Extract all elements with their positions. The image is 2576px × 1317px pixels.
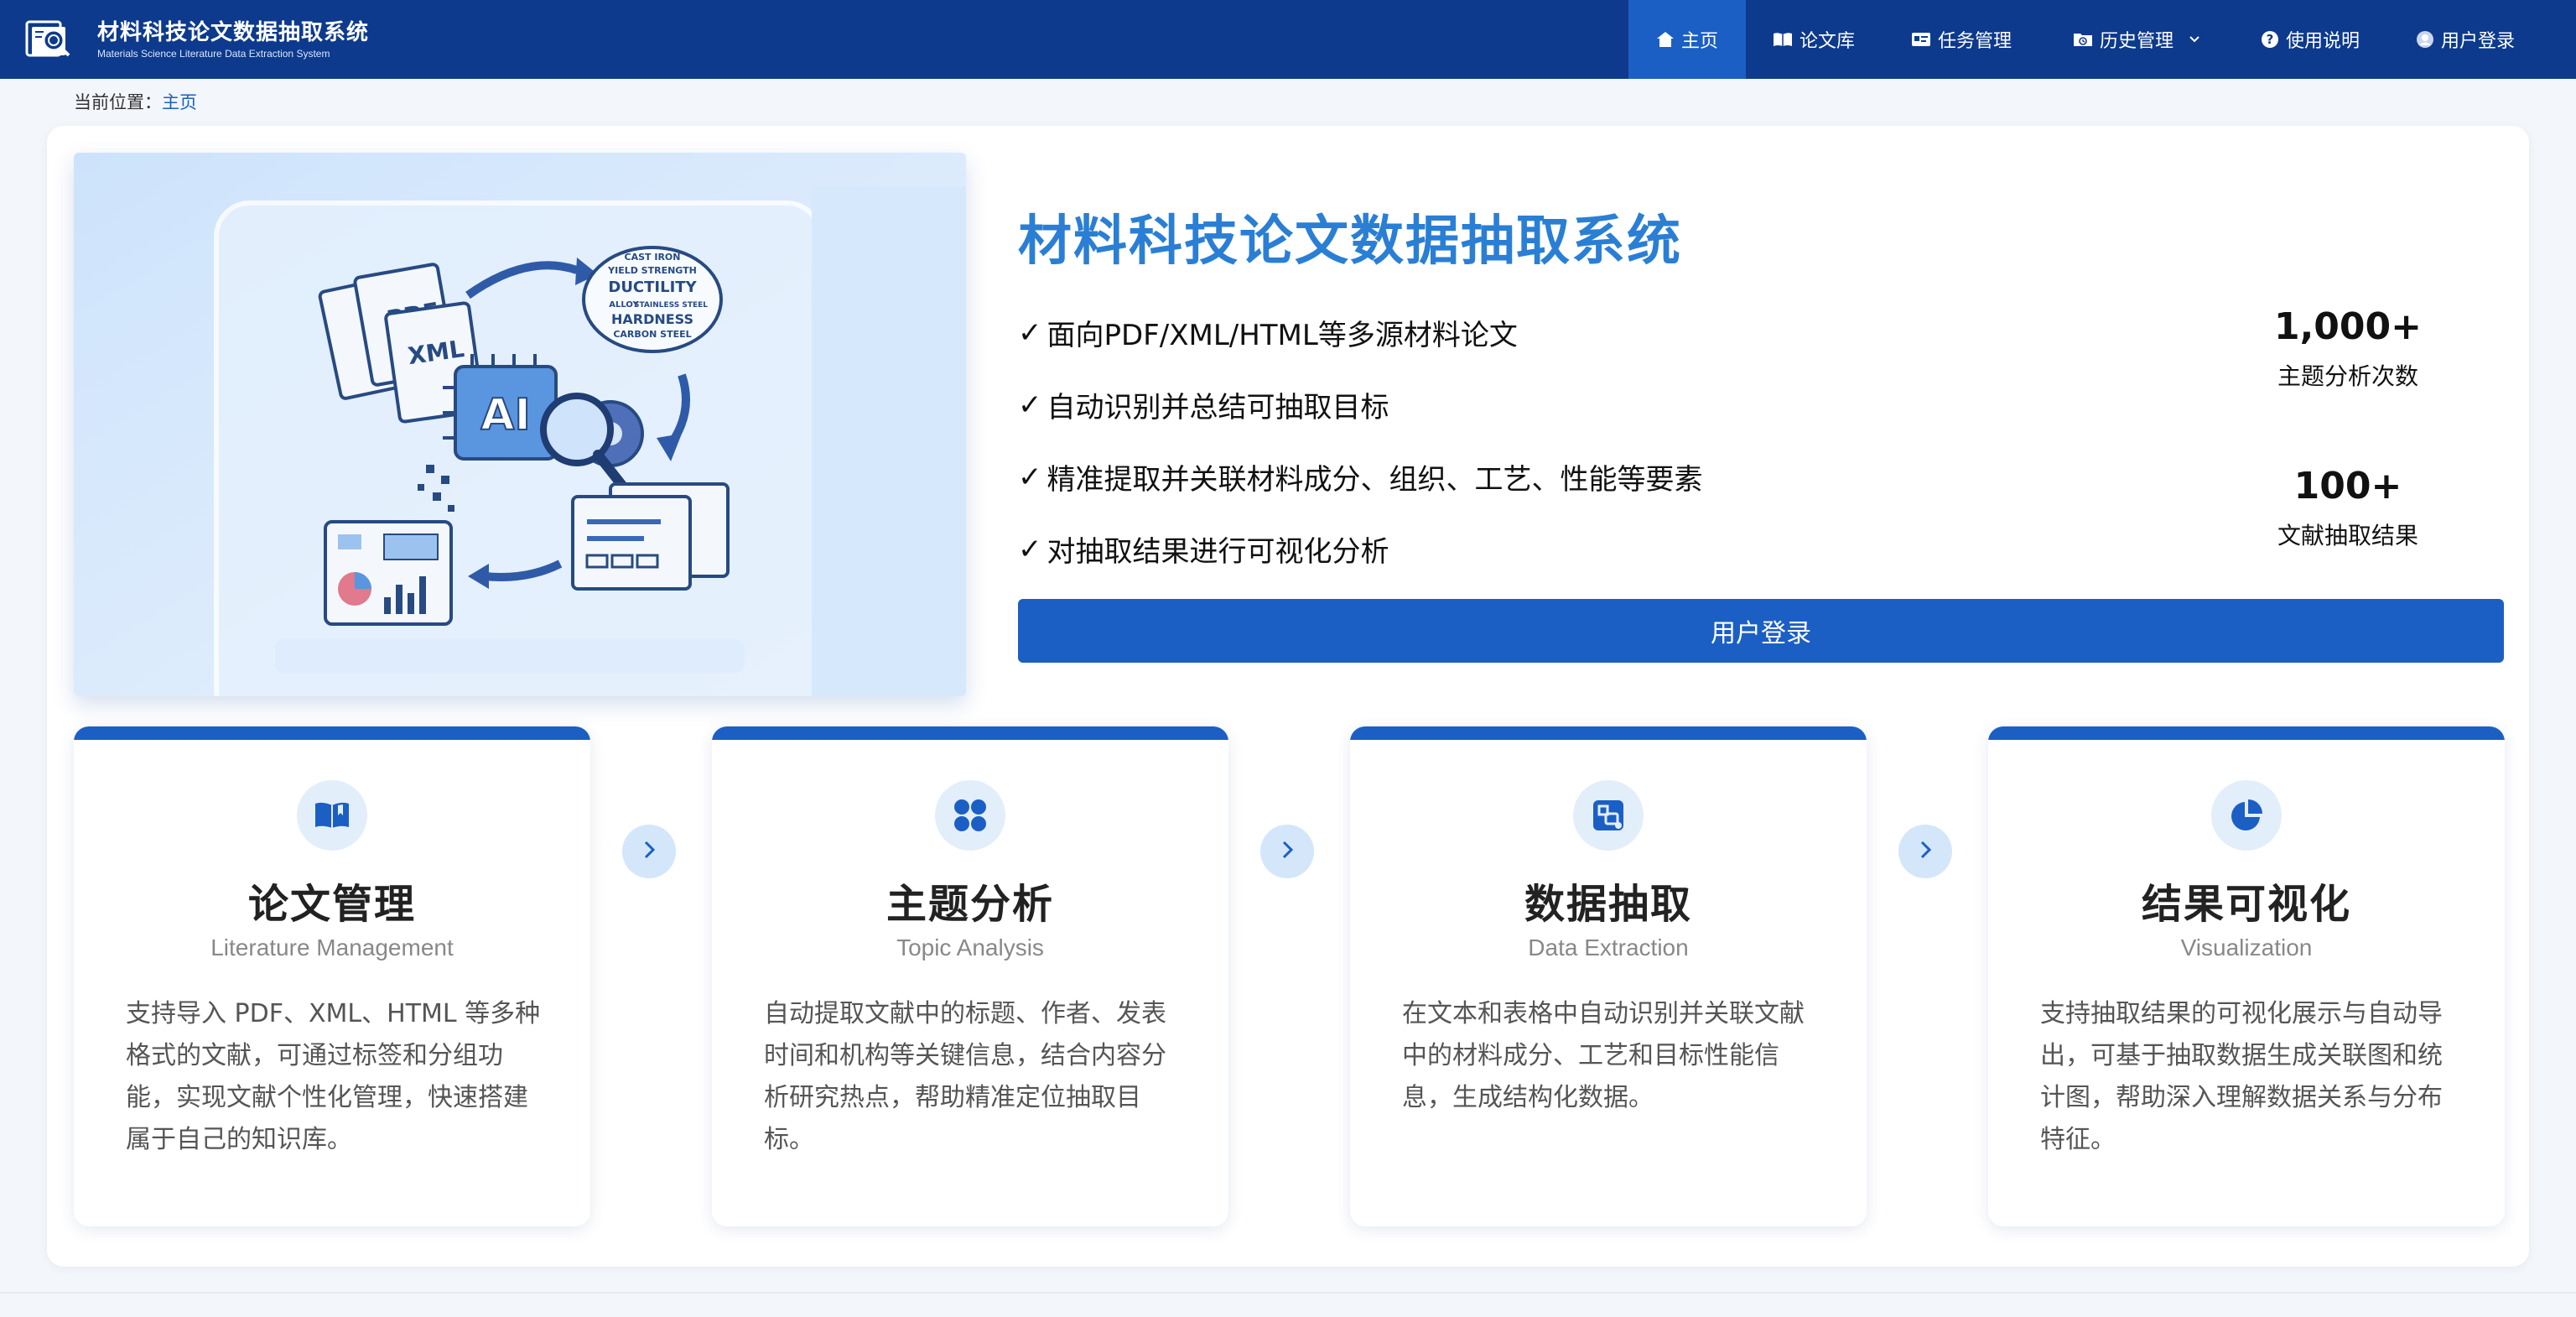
footer-divider: [0, 1292, 2576, 1294]
top-navbar: 材料科技论文数据抽取系统 Materials Science Literatur…: [0, 0, 2576, 79]
logo-icon: [23, 18, 87, 60]
nav-item-help[interactable]: ? 使用说明: [2232, 0, 2388, 79]
hero-title: 材料科技论文数据抽取系统: [1018, 211, 1682, 273]
card-accent-bar: [1350, 726, 1867, 740]
nav-item-tasks[interactable]: 任务管理: [1882, 0, 2041, 79]
nav-item-label: 使用说明: [2285, 31, 2360, 52]
check-icon: ✓: [1018, 388, 1042, 422]
task-card-icon: [1911, 31, 1931, 48]
pie-chart-icon: [2211, 780, 2282, 851]
app-title: 材料科技论文数据抽取系统: [97, 20, 370, 45]
chevron-right-icon: [1278, 839, 1296, 864]
svg-text:HARDNESS: HARDNESS: [611, 311, 693, 327]
stat-value: 1,000+: [2273, 305, 2423, 348]
nav-item-login[interactable]: 用户登录: [2388, 0, 2542, 79]
svg-text:DUCTILITY: DUCTILITY: [608, 278, 697, 296]
svg-text:?: ?: [2267, 32, 2274, 47]
next-step-arrow[interactable]: [622, 825, 676, 878]
breadcrumb-prefix: 当前位置：: [74, 92, 162, 112]
nav-item-home[interactable]: 主页: [1628, 0, 1746, 79]
feature-text: 对抽取结果进行可视化分析: [1046, 535, 1389, 569]
svg-text:AI: AI: [480, 390, 531, 440]
feature-text: 精准提取并关联材料成分、组织、工艺、性能等要素: [1046, 463, 1703, 497]
card-accent-bar: [74, 726, 590, 740]
chevron-down-icon: [2189, 35, 2200, 44]
next-step-arrow[interactable]: [1260, 825, 1314, 878]
card-description: 自动提取文献中的标题、作者、发表时间和机构等关键信息，结合内容分析研究热点，帮助…: [764, 999, 1166, 1154]
card-description: 支持抽取结果的可视化展示与自动导出，可基于抽取数据生成关联图和统计图，帮助深入理…: [2040, 999, 2443, 1154]
chevron-right-icon: [640, 839, 658, 864]
svg-text:CAST IRON: CAST IRON: [625, 252, 681, 263]
brand[interactable]: 材料科技论文数据抽取系统 Materials Science Literatur…: [23, 18, 369, 60]
card-description: 在文本和表格中自动识别并关联文献中的材料成分、工艺和目标性能信息，生成结构化数据…: [1402, 999, 1805, 1112]
main-panel: PDF XML CAST IRON YIELD STRENGTH DUCTILI…: [47, 126, 2529, 1267]
feature-item: ✓ 自动识别并总结可抽取目标: [1018, 384, 1389, 425]
feature-item: ✓ 对抽取结果进行可视化分析: [1018, 528, 1389, 570]
card-subtitle: Literature Management: [210, 934, 454, 960]
stat-topic-analysis: 1,000+ 主题分析次数: [2247, 305, 2449, 392]
nav-item-label: 任务管理: [1937, 31, 2012, 52]
check-icon: ✓: [1018, 460, 1042, 494]
card-subtitle: Topic Analysis: [896, 934, 1044, 960]
data-extract-icon: [1573, 780, 1644, 851]
nav-item-label: 主页: [1680, 31, 1718, 52]
card-subtitle: Visualization: [2180, 934, 2313, 960]
main-nav: 主页 论文库 任务管理 历史管理 ? 使用说明 用户登录: [1628, 0, 2576, 79]
svg-text:YIELD STRENGTH: YIELD STRENGTH: [607, 265, 697, 276]
feature-text: 自动识别并总结可抽取目标: [1046, 391, 1389, 424]
stat-label: 文献抽取结果: [2277, 522, 2418, 549]
module-card-visualization[interactable]: 结果可视化 Visualization 支持抽取结果的可视化展示与自动导出，可基…: [1988, 726, 2505, 1226]
help-circle-icon: ?: [2261, 30, 2279, 49]
four-dots-grid-icon: [935, 780, 1005, 851]
feature-item: ✓ 精准提取并关联材料成分、组织、工艺、性能等要素: [1018, 456, 1703, 497]
stat-extraction-results: 100+ 文献抽取结果: [2247, 465, 2449, 551]
nav-item-label: 用户登录: [2440, 31, 2515, 52]
nav-item-label: 论文库: [1799, 31, 1855, 52]
module-card-literature[interactable]: 论文管理 Literature Management 支持导入 PDF、XML、…: [74, 726, 590, 1226]
feature-text: 面向PDF/XML/HTML等多源材料论文: [1046, 319, 1518, 352]
feature-item: ✓ 面向PDF/XML/HTML等多源材料论文: [1018, 312, 1518, 353]
card-title: 主题分析: [886, 881, 1054, 928]
nav-item-label: 历史管理: [2099, 31, 2174, 52]
home-icon: [1656, 31, 1675, 48]
card-description: 支持导入 PDF、XML、HTML 等多种格式的文献，可通过标签和分组功能，实现…: [126, 999, 541, 1154]
user-avatar-icon: [2416, 30, 2434, 49]
stat-value: 100+: [2293, 465, 2402, 508]
login-button[interactable]: 用户登录: [1018, 599, 2504, 663]
chevron-right-icon: [1916, 839, 1935, 864]
next-step-arrow[interactable]: [1898, 825, 1952, 878]
stat-label: 主题分析次数: [2277, 362, 2418, 390]
check-icon: ✓: [1018, 315, 1042, 350]
module-card-topic[interactable]: 主题分析 Topic Analysis 自动提取文献中的标题、作者、发表时间和机…: [712, 726, 1228, 1226]
nav-item-library[interactable]: 论文库: [1746, 0, 1882, 79]
card-accent-bar: [712, 726, 1228, 740]
svg-text:CARBON STEEL: CARBON STEEL: [613, 329, 691, 340]
book-icon: [297, 780, 367, 851]
check-icon: ✓: [1018, 532, 1042, 566]
card-subtitle: Data Extraction: [1528, 934, 1689, 960]
card-title: 数据抽取: [1524, 881, 1692, 928]
history-folder-icon: [2073, 31, 2093, 48]
app-subtitle: Materials Science Literature Data Extrac…: [97, 48, 330, 60]
book-open-icon: [1773, 31, 1793, 48]
svg-text:STAINLESS STEEL: STAINLESS STEEL: [634, 301, 708, 310]
module-card-extraction[interactable]: 数据抽取 Data Extraction 在文本和表格中自动识别并关联文献中的材…: [1350, 726, 1867, 1226]
card-title: 结果可视化: [2141, 881, 2351, 928]
card-accent-bar: [1988, 726, 2505, 740]
hero-illustration: PDF XML CAST IRON YIELD STRENGTH DUCTILI…: [74, 153, 966, 696]
card-title: 论文管理: [247, 881, 416, 928]
nav-item-history[interactable]: 历史管理: [2041, 0, 2232, 79]
breadcrumb-link-home[interactable]: 主页: [162, 92, 197, 112]
breadcrumb: 当前位置：主页: [74, 89, 197, 114]
